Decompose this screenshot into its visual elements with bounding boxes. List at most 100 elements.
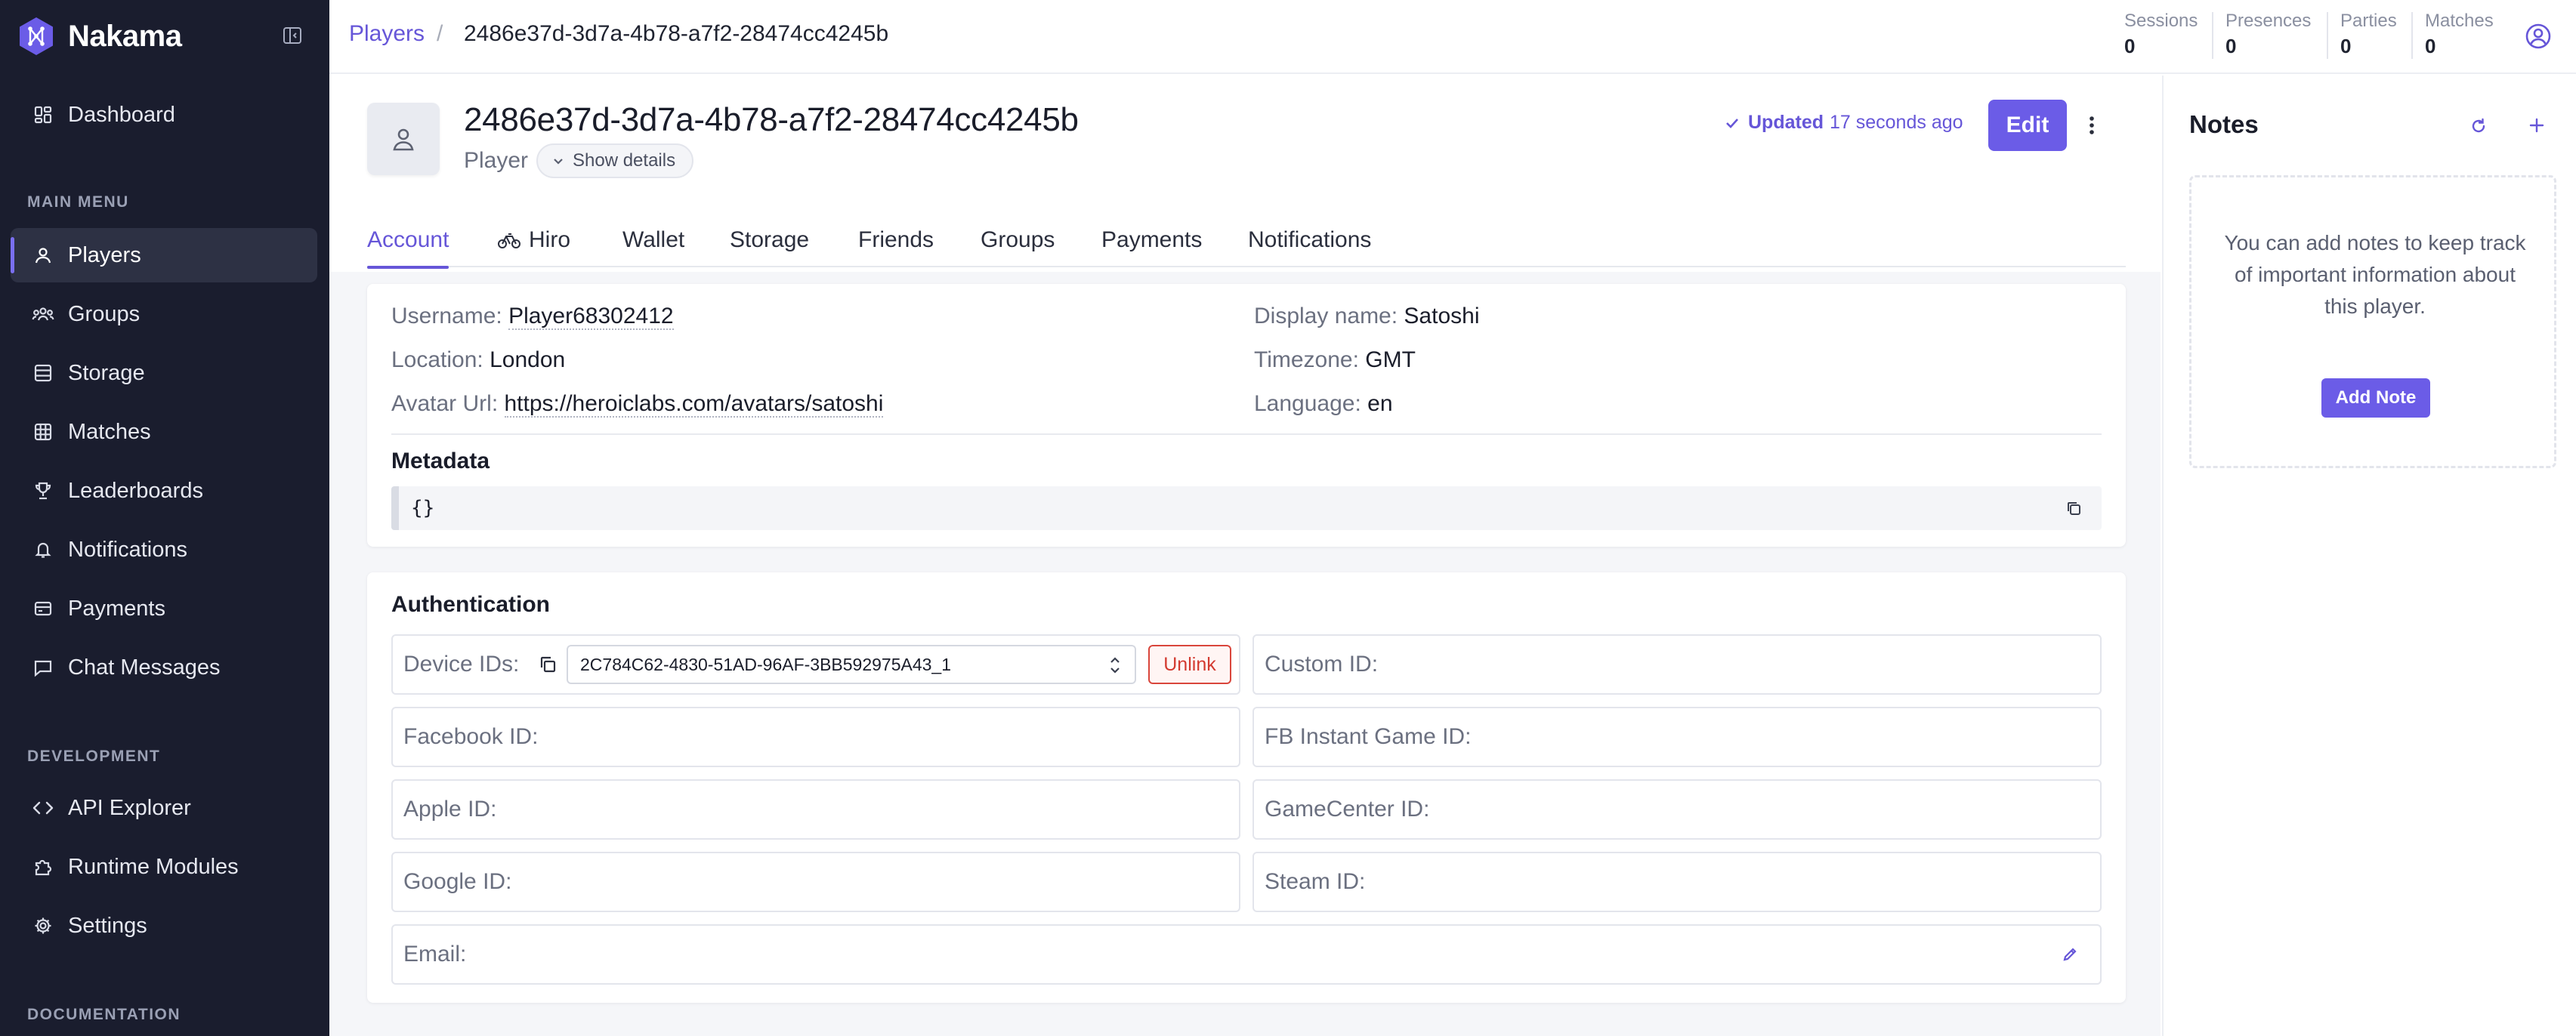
- gamecenter-id-field[interactable]: GameCenter ID:: [1252, 779, 2102, 840]
- sidebar-item-label: Chat Messages: [68, 655, 221, 680]
- stat-divider: [2212, 12, 2213, 59]
- sidebar-item-notifications[interactable]: Notifications: [11, 523, 317, 577]
- tab-account[interactable]: Account: [367, 213, 449, 269]
- notes-empty-state: You can add notes to keep track of impor…: [2189, 175, 2556, 468]
- show-details-button[interactable]: Show details: [536, 143, 694, 178]
- authentication-card: Authentication Device IDs: 2C784C62-4830…: [367, 572, 2126, 1003]
- timezone-field: Timezone: GMT: [1254, 347, 1416, 373]
- steam-id-field[interactable]: Steam ID:: [1252, 852, 2102, 912]
- copy-icon[interactable]: [536, 652, 560, 677]
- stat-value: 0: [2225, 35, 2237, 57]
- section-development: DEVELOPMENT: [27, 748, 161, 765]
- stat-label: Sessions: [2124, 11, 2198, 31]
- user-circle-icon[interactable]: [2523, 21, 2553, 51]
- device-ids-field: Device IDs: 2C784C62-4830-51AD-96AF-3BB5…: [391, 634, 1240, 695]
- sidebar-item-label: Dashboard: [68, 102, 175, 127]
- sidebar-item-matches[interactable]: Matches: [11, 405, 317, 459]
- sidebar-item-leaderboards[interactable]: Leaderboards: [11, 464, 317, 518]
- receipt-icon: [32, 597, 54, 620]
- brand-name: Nakama: [68, 19, 182, 53]
- stat-matches: Matches 0: [2425, 11, 2494, 58]
- sidebar-item-dashboard[interactable]: Dashboard: [11, 88, 317, 142]
- tab-hiro[interactable]: Hiro: [497, 213, 570, 267]
- google-id-field[interactable]: Google ID:: [391, 852, 1240, 912]
- more-options-icon[interactable]: [2080, 112, 2103, 139]
- stat-value: 0: [2124, 35, 2136, 57]
- updated-status: Updated 17 seconds ago: [1724, 112, 1963, 134]
- metadata-code-block: {}: [391, 486, 2102, 530]
- sidebar-item-storage[interactable]: Storage: [11, 346, 317, 400]
- grid-icon: [32, 421, 54, 443]
- brand[interactable]: Nakama: [15, 14, 182, 59]
- email-field[interactable]: Email:: [391, 924, 2102, 985]
- authentication-title: Authentication: [391, 592, 550, 617]
- fb-instant-game-id-field[interactable]: FB Instant Game ID:: [1252, 707, 2102, 767]
- timezone-value: GMT: [1365, 347, 1416, 372]
- language-label: Language:: [1254, 391, 1361, 416]
- bicycle-icon: [497, 230, 521, 250]
- unlink-button[interactable]: Unlink: [1148, 645, 1231, 684]
- fb-instant-game-id-label: FB Instant Game ID:: [1265, 724, 1472, 749]
- sidebar-item-runtime-modules[interactable]: Runtime Modules: [11, 840, 317, 894]
- tab-payments[interactable]: Payments: [1101, 213, 1202, 267]
- trophy-icon: [32, 479, 54, 502]
- pencil-icon[interactable]: [2059, 944, 2080, 965]
- custom-id-label: Custom ID:: [1265, 652, 1379, 677]
- sidebar-item-label: Payments: [68, 596, 165, 621]
- display-name-label: Display name:: [1254, 304, 1398, 328]
- chevron-down-icon: [554, 159, 563, 165]
- sidebar-item-api-explorer[interactable]: API Explorer: [11, 781, 317, 835]
- stat-sessions: Sessions 0: [2124, 11, 2198, 58]
- dashboard-icon: [32, 103, 54, 126]
- stat-presences: Presences 0: [2225, 11, 2311, 58]
- metadata-value: {}: [411, 497, 435, 520]
- facebook-id-field[interactable]: Facebook ID:: [391, 707, 1240, 767]
- username-field: Username: Player68302412: [391, 304, 674, 330]
- stat-divider: [2327, 12, 2328, 59]
- display-name-field: Display name: Satoshi: [1254, 304, 1480, 329]
- check-icon: [1726, 118, 1738, 128]
- apple-id-field[interactable]: Apple ID:: [391, 779, 1240, 840]
- steam-id-label: Steam ID:: [1265, 869, 1366, 894]
- sidebar-item-label: Notifications: [68, 537, 187, 562]
- tab-groups[interactable]: Groups: [981, 213, 1055, 267]
- tab-friends[interactable]: Friends: [858, 213, 934, 267]
- device-id-select[interactable]: 2C784C62-4830-51AD-96AF-3BB592975A43_1: [567, 645, 1136, 684]
- location-label: Location:: [391, 347, 483, 372]
- username-value[interactable]: Player68302412: [508, 304, 674, 330]
- tab-label: Hiro: [529, 227, 571, 252]
- sidebar-item-label: Settings: [68, 913, 147, 938]
- username-label: Username:: [391, 304, 502, 328]
- stat-label: Presences: [2225, 11, 2312, 31]
- tab-notifications[interactable]: Notifications: [1248, 213, 1371, 267]
- sidebar-item-players[interactable]: Players: [11, 228, 317, 282]
- add-note-button[interactable]: Add Note: [2321, 378, 2430, 418]
- breadcrumb-separator: /: [437, 21, 443, 46]
- account-info-card: Username: Player68302412 Location: Londo…: [367, 284, 2126, 547]
- sidebar-item-chat-messages[interactable]: Chat Messages: [11, 640, 317, 695]
- sidebar-item-payments[interactable]: Payments: [11, 581, 317, 636]
- stat-label: Matches: [2425, 11, 2494, 31]
- copy-icon[interactable]: [2062, 497, 2085, 520]
- refresh-icon[interactable]: [2467, 115, 2490, 137]
- puzzle-icon: [32, 856, 54, 878]
- location-field: Location: London: [391, 347, 565, 373]
- sidebar-collapse-icon[interactable]: [280, 23, 305, 48]
- top-header: Players / 2486e37d-3d7a-4b78-a7f2-28474c…: [329, 0, 2576, 74]
- gear-icon: [32, 914, 54, 937]
- facebook-id-label: Facebook ID:: [403, 724, 539, 749]
- location-value: London: [490, 347, 566, 372]
- avatar-url-value[interactable]: https://heroiclabs.com/avatars/satoshi: [504, 391, 884, 418]
- breadcrumb-players[interactable]: Players: [349, 21, 425, 47]
- device-id-selected: 2C784C62-4830-51AD-96AF-3BB592975A43_1: [580, 654, 952, 674]
- tab-wallet[interactable]: Wallet: [622, 213, 684, 267]
- plus-icon[interactable]: [2525, 113, 2549, 137]
- sidebar-item-settings[interactable]: Settings: [11, 899, 317, 953]
- custom-id-field[interactable]: Custom ID:: [1252, 634, 2102, 695]
- edit-button[interactable]: Edit: [1988, 100, 2067, 151]
- sidebar-item-groups[interactable]: Groups: [11, 287, 317, 341]
- updated-label: Updated: [1748, 112, 1824, 133]
- tab-storage[interactable]: Storage: [730, 213, 809, 267]
- avatar-url-field: Avatar Url: https://heroiclabs.com/avata…: [391, 391, 884, 418]
- user-icon: [393, 128, 414, 151]
